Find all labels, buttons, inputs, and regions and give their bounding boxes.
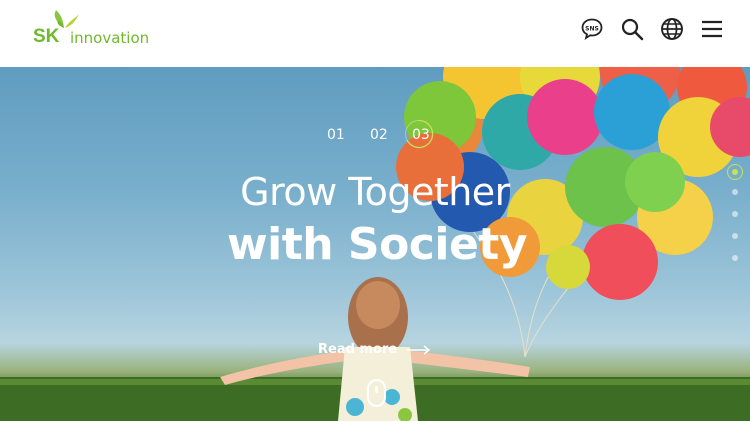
slide-tab-02[interactable]: 02	[370, 127, 388, 143]
globe-icon[interactable]	[660, 17, 684, 41]
side-dot-1[interactable]	[727, 164, 743, 180]
read-more-label: Read more	[318, 342, 398, 357]
side-dot-4[interactable]	[732, 233, 738, 239]
arrow-right-icon	[407, 344, 431, 355]
scroll-down-mouse-icon[interactable]	[367, 379, 386, 407]
header-icon-group: SNS	[580, 17, 724, 41]
hero-headline-line1: Grow Together	[240, 170, 510, 214]
side-dot-3[interactable]	[732, 211, 738, 217]
site-header: SK innovation SNS	[0, 0, 750, 67]
hamburger-menu-icon[interactable]	[700, 17, 724, 41]
slide-tab-01[interactable]: 01	[327, 127, 345, 143]
hero-slider: 01 02 03 Grow Together with Society Read…	[0, 67, 750, 421]
slide-tab-03[interactable]: 03	[412, 127, 430, 143]
side-dot-2[interactable]	[732, 189, 738, 195]
logo-innovation-text: innovation	[70, 29, 150, 47]
read-more-link[interactable]: Read more	[318, 342, 431, 357]
search-icon[interactable]	[620, 17, 644, 41]
side-dot-5[interactable]	[732, 255, 738, 261]
sns-icon-label: SNS	[585, 25, 599, 32]
slide-pager: 01 02 03	[0, 119, 750, 153]
mouse-wheel	[375, 386, 378, 393]
logo-sk-text: SK	[33, 26, 60, 47]
sns-chat-icon[interactable]: SNS	[580, 17, 604, 41]
hero-headline-line2: with Society	[226, 219, 528, 270]
